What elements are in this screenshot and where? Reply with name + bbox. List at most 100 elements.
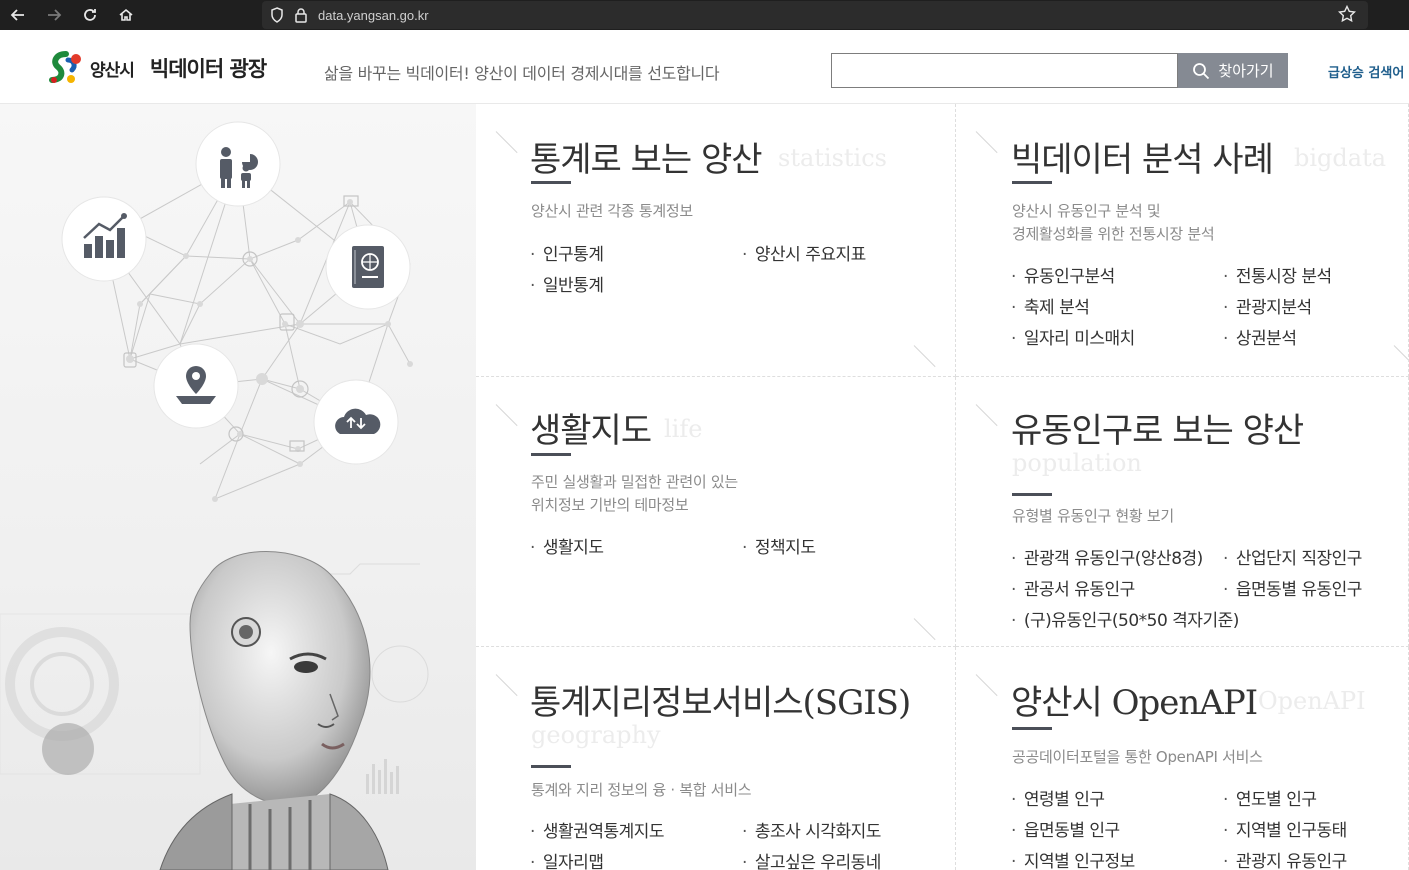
- link-commercial-area-analysis[interactable]: 상권분석: [1223, 324, 1408, 349]
- home-button[interactable]: [108, 0, 144, 30]
- card-link-list: 연령별 인구 연도별 인구 읍면동별 인구 지역별 인구동태 지역별 인구정보 …: [1011, 785, 1408, 870]
- logo-title: 빅데이터 광장: [149, 56, 267, 81]
- home-icon: [119, 8, 133, 21]
- link-key-indicators[interactable]: 양산시 주요지표: [742, 240, 954, 265]
- link-floating-population-analysis[interactable]: 유동인구분석: [1011, 262, 1223, 287]
- back-button[interactable]: [0, 0, 36, 30]
- card-description: 양산시 관련 각종 통계정보: [531, 202, 693, 220]
- corner-line-decoration: [914, 607, 938, 631]
- link-general-stats[interactable]: 일반통계: [530, 271, 742, 296]
- card-floating-population[interactable]: 유동인구로 보는 양산 population 유형별 유동인구 현황 보기 관광…: [956, 377, 1409, 647]
- card-title-en: bigdata: [1294, 144, 1387, 172]
- url-text: data.yangsan.go.kr: [318, 7, 429, 23]
- card-bigdata[interactable]: 빅데이터 분석 사례 bigdata 양산시 유동인구 분석 및 경제활성화를 …: [956, 104, 1409, 377]
- reload-button[interactable]: [72, 0, 108, 30]
- card-title: 양산시 OpenAPI: [1011, 683, 1258, 723]
- link-district-population-api[interactable]: 읍면동별 인구: [1011, 816, 1223, 841]
- forward-button[interactable]: [36, 0, 72, 30]
- trending-keywords-link[interactable]: 급상승 검색어: [1328, 62, 1404, 81]
- card-link-list: 관광객 유동인구(양산8경) 산업단지 직장인구 관공서 유동인구 읍면동별 유…: [1011, 544, 1408, 631]
- title-underline: [1012, 181, 1052, 184]
- service-grid: 통계로 보는 양산 statistics 양산시 관련 각종 통계정보 인구통계…: [476, 104, 1409, 870]
- corner-line-decoration: [1394, 334, 1408, 358]
- card-openapi[interactable]: 양산시 OpenAPI OpenAPI 공공데이터포털을 통한 OpenAPI …: [956, 647, 1409, 870]
- link-traditional-market-analysis[interactable]: 전통시장 분석: [1223, 262, 1408, 287]
- card-title: 유동인구로 보는 양산: [1011, 411, 1304, 451]
- card-sgis[interactable]: 통계지리정보서비스(SGIS) geography 통계와 지리 정보의 융 ·…: [476, 647, 956, 870]
- address-bar[interactable]: data.yangsan.go.kr: [262, 1, 1368, 29]
- card-statistics[interactable]: 통계로 보는 양산 statistics 양산시 관련 각종 통계정보 인구통계…: [476, 104, 956, 377]
- search-button[interactable]: 찾아가기: [1178, 53, 1288, 88]
- link-living-area-map[interactable]: 생활권역통계지도: [530, 817, 742, 842]
- card-description: 양산시 유동인구 분석 및 경제활성화를 위한 전통시장 분석: [1012, 202, 1215, 243]
- title-underline: [531, 181, 571, 184]
- card-description: 공공데이터포털을 통한 OpenAPI 서비스: [1012, 748, 1263, 766]
- corner-line-decoration: [496, 663, 520, 687]
- shield-icon[interactable]: [270, 7, 284, 23]
- bookmark-star-icon[interactable]: [1338, 5, 1356, 23]
- link-public-office-population[interactable]: 관공서 유동인구: [1011, 575, 1223, 600]
- card-link-list: 생활권역통계지도 총조사 시각화지도 일자리맵 살고싶은 우리동네: [530, 817, 954, 870]
- corner-line-decoration: [976, 663, 1000, 687]
- corner-line-decoration: [496, 393, 520, 417]
- card-title: 통계지리정보서비스(SGIS): [530, 683, 911, 723]
- arrow-right-icon: [48, 9, 62, 21]
- link-tourist-site-population[interactable]: 관광지 유동인구: [1223, 847, 1408, 870]
- link-tourism-analysis[interactable]: 관광지분석: [1223, 293, 1408, 318]
- reload-icon: [84, 9, 96, 21]
- link-yearly-population[interactable]: 연도별 인구: [1223, 785, 1408, 810]
- title-underline: [1012, 727, 1052, 730]
- corner-line-decoration: [976, 120, 1000, 144]
- link-regional-population-info[interactable]: 지역별 인구정보: [1011, 847, 1223, 870]
- browser-toolbar: data.yangsan.go.kr: [0, 0, 1409, 30]
- arrow-left-icon: [10, 9, 24, 21]
- link-age-population[interactable]: 연령별 인구: [1011, 785, 1223, 810]
- network-robot-illustration: [0, 121, 429, 870]
- link-job-map[interactable]: 일자리맵: [530, 848, 742, 870]
- title-underline: [531, 765, 571, 768]
- card-title: 생활지도: [530, 411, 652, 451]
- link-regional-population-dynamics[interactable]: 지역별 인구동태: [1223, 816, 1408, 841]
- link-livable-neighborhood[interactable]: 살고싶은 우리동네: [742, 848, 954, 870]
- card-link-list: 생활지도 정책지도: [530, 533, 954, 558]
- link-policy-map[interactable]: 정책지도: [742, 533, 954, 558]
- card-life-map[interactable]: 생활지도 life 주민 실생활과 밀접한 관련이 있는 위치정보 기반의 테마…: [476, 377, 956, 647]
- lock-icon[interactable]: [294, 7, 308, 23]
- link-old-grid-population[interactable]: (구)유동인구(50*50 격자기준): [1011, 606, 1408, 631]
- card-link-list: 인구통계 양산시 주요지표 일반통계: [530, 240, 954, 296]
- search-icon: [1193, 62, 1210, 79]
- site-logo[interactable]: 양산시 빅데이터 광장: [44, 50, 267, 86]
- corner-line-decoration: [976, 393, 1000, 417]
- card-title-en: population: [1012, 449, 1142, 477]
- hero-illustration: [0, 104, 476, 870]
- search-form: 찾아가기: [831, 53, 1288, 88]
- link-district-population[interactable]: 읍면동별 유동인구: [1223, 575, 1408, 600]
- corner-line-decoration: [496, 120, 520, 144]
- link-festival-analysis[interactable]: 축제 분석: [1011, 293, 1223, 318]
- card-description: 통계와 지리 정보의 융 · 복합 서비스: [531, 781, 752, 799]
- link-census-visual-map[interactable]: 총조사 시각화지도: [742, 817, 954, 842]
- yangsan-logo-icon: [44, 50, 86, 86]
- card-title-en: geography: [531, 721, 661, 749]
- link-tourist-population[interactable]: 관광객 유동인구(양산8경): [1011, 544, 1223, 569]
- card-title-en: OpenAPI: [1258, 687, 1366, 715]
- search-button-label: 찾아가기: [1218, 63, 1274, 80]
- site-header: 양산시 빅데이터 광장 삶을 바꾸는 빅데이터! 양산이 데이터 경제시대를 선…: [0, 34, 1409, 104]
- card-link-list: 유동인구분석 전통시장 분석 축제 분석 관광지분석 일자리 미스매치 상권분석: [1011, 262, 1408, 349]
- corner-line-decoration: [914, 334, 938, 358]
- card-description: 주민 실생활과 밀접한 관련이 있는 위치정보 기반의 테마정보: [531, 473, 738, 514]
- link-job-mismatch[interactable]: 일자리 미스매치: [1011, 324, 1223, 349]
- logo-city-name: 양산시: [90, 60, 135, 81]
- card-title: 통계로 보는 양산: [530, 140, 763, 180]
- title-underline: [1012, 493, 1052, 496]
- link-life-map[interactable]: 생활지도: [530, 533, 742, 558]
- title-underline: [531, 453, 571, 456]
- link-population-stats[interactable]: 인구통계: [530, 240, 742, 265]
- card-description: 유형별 유동인구 현황 보기: [1012, 507, 1174, 525]
- card-title: 빅데이터 분석 사례: [1011, 140, 1274, 180]
- link-industrial-workers[interactable]: 산업단지 직장인구: [1223, 544, 1408, 569]
- slogan: 삶을 바꾸는 빅데이터! 양산이 데이터 경제시대를 선도합니다: [324, 64, 720, 83]
- search-input[interactable]: [831, 53, 1178, 88]
- card-title-en: life: [664, 415, 703, 443]
- card-title-en: statistics: [778, 144, 887, 172]
